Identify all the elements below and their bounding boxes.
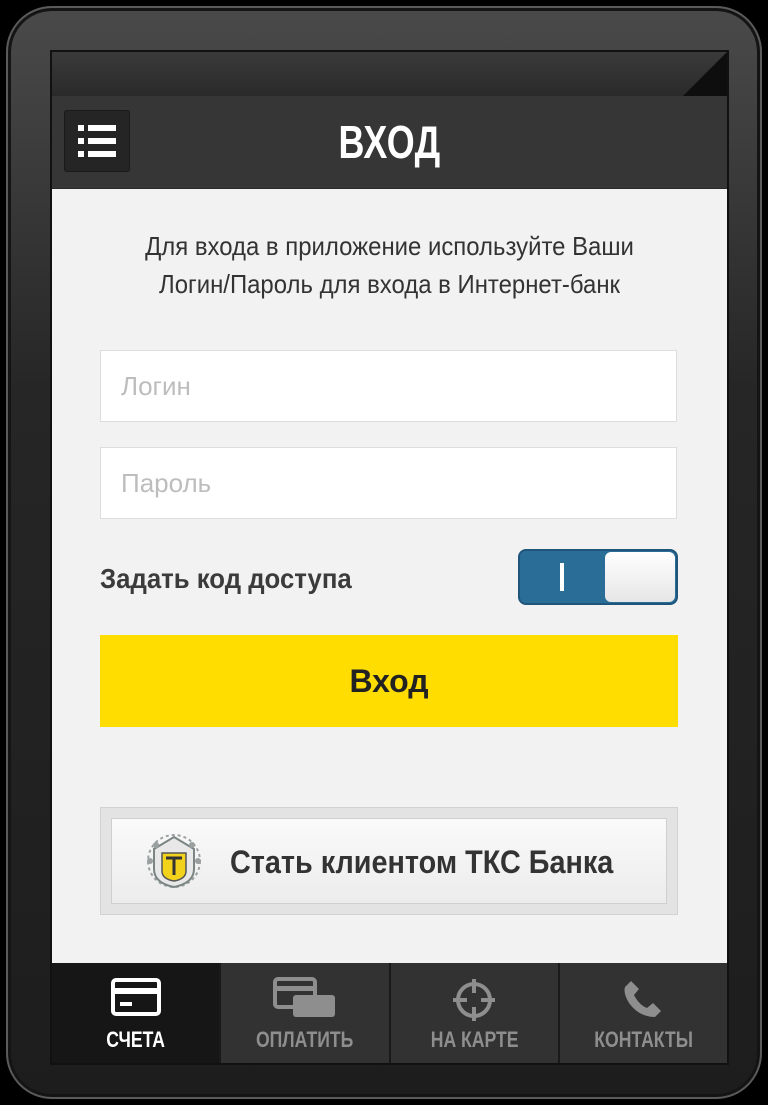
intro-line-1: Для входа в приложение используйте Ваши	[145, 231, 634, 261]
access-code-label: Задать код доступа	[100, 563, 352, 594]
card-icon	[110, 978, 161, 1016]
login-input[interactable]	[121, 351, 676, 422]
pay-icon	[272, 977, 335, 1017]
tab-contacts-label: КОНТАКТЫ	[594, 1027, 693, 1052]
become-client-button[interactable]: Стать клиентом ТКС Банка	[111, 818, 667, 904]
access-code-toggle[interactable]	[518, 549, 678, 605]
toggle-knob[interactable]	[605, 552, 675, 602]
device-frame: ВХОД Для входа в приложение используйте …	[6, 6, 762, 1099]
tab-map-label: НА КАРТЕ	[430, 1027, 518, 1052]
tks-bank-logo-icon	[147, 834, 201, 889]
login-field-wrapper	[100, 350, 677, 422]
intro-text: Для входа в приложение используйте Ваши …	[116, 227, 663, 303]
location-icon	[453, 979, 496, 1021]
phone-icon	[624, 981, 662, 1017]
app-header: ВХОД	[52, 96, 727, 189]
become-client-label: Стать клиентом ТКС Банка	[230, 844, 614, 880]
status-bar	[52, 52, 727, 96]
tab-accounts[interactable]: СЧЕТА	[52, 963, 220, 1063]
menu-button[interactable]	[64, 110, 130, 172]
intro-line-2: Логин/Пароль для входа в Интернет-банк	[158, 269, 621, 299]
become-client-panel: Стать клиентом ТКС Банка	[100, 807, 678, 915]
status-corner	[683, 52, 727, 96]
toggle-on-mark	[560, 563, 564, 591]
app-screen: ВХОД Для входа в приложение используйте …	[52, 52, 727, 1063]
tab-contacts[interactable]: КОНТАКТЫ	[557, 963, 727, 1063]
password-input[interactable]	[121, 448, 676, 519]
tab-map[interactable]: НА КАРТЕ	[388, 963, 558, 1063]
login-button[interactable]: Вход	[100, 635, 678, 727]
page-title: ВХОД	[338, 116, 441, 168]
bottom-tab-bar: СЧЕТА ОПЛАТИТЬ НА КАРТЕ КОНТАКТЫ	[52, 963, 727, 1063]
tab-pay[interactable]: ОПЛАТИТЬ	[219, 963, 389, 1063]
tab-accounts-label: СЧЕТА	[106, 1027, 165, 1052]
password-field-wrapper	[100, 447, 677, 519]
tab-pay-label: ОПЛАТИТЬ	[256, 1027, 354, 1052]
